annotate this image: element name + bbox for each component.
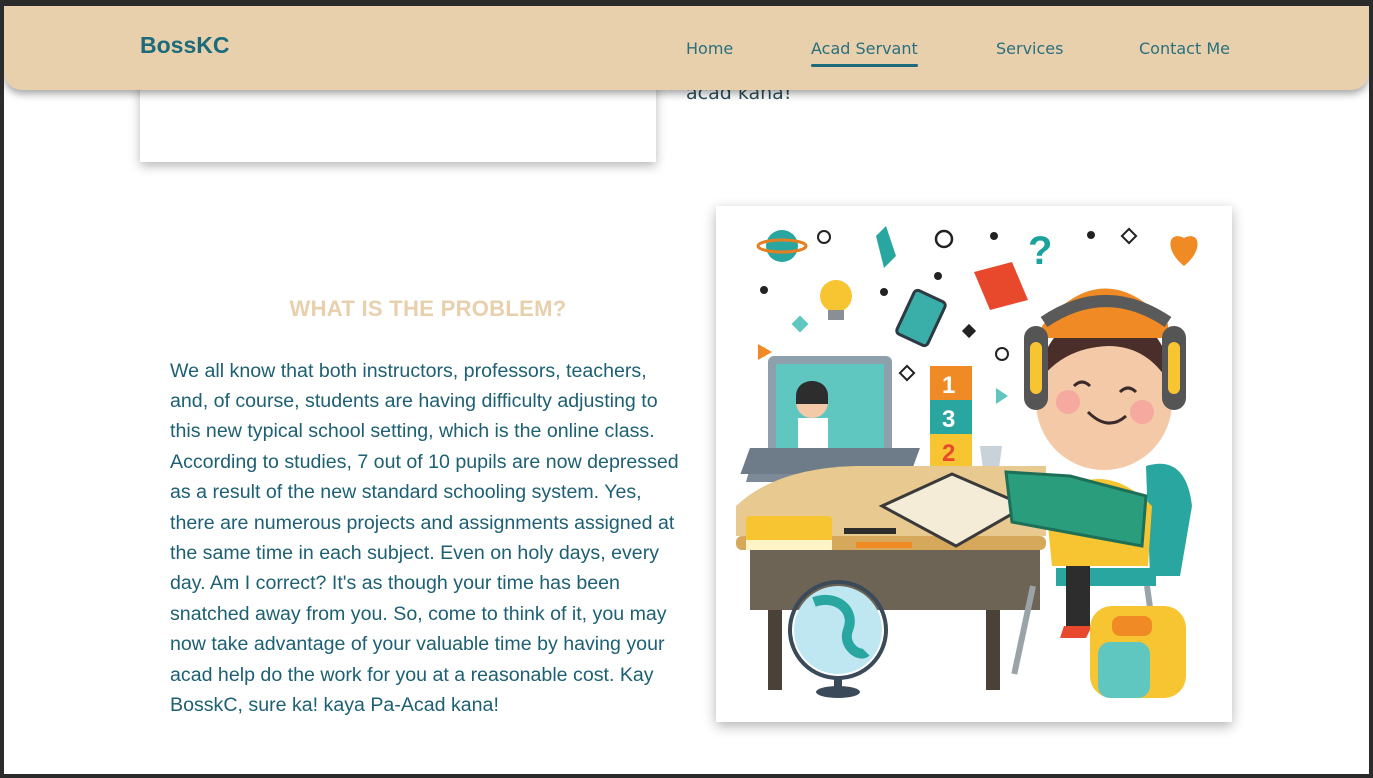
page: acad kana! BossKC Home Acad Servant Serv… — [4, 6, 1369, 774]
svg-text:3: 3 — [942, 406, 955, 433]
nav-services-link[interactable]: Services — [996, 39, 1063, 58]
svg-text:2: 2 — [942, 440, 955, 467]
nav-contact-me-link[interactable]: Contact Me — [1139, 39, 1230, 58]
problem-body-text: We all know that both instructors, profe… — [170, 359, 679, 717]
girl-studying-online-illustration: ? 1 3 2 — [736, 226, 1198, 698]
svg-text:?: ? — [1028, 229, 1052, 273]
illustration-card: ? 1 3 2 — [716, 206, 1232, 722]
brand-logo[interactable]: BossKC — [140, 32, 229, 59]
problem-heading: WHAT IS THE PROBLEM? — [289, 296, 567, 322]
navbar: BossKC Home Acad Servant Services Contac… — [4, 6, 1369, 90]
nav-home-link[interactable]: Home — [686, 39, 733, 58]
nav-acad-servant-link[interactable]: Acad Servant — [811, 39, 918, 67]
svg-text:1: 1 — [942, 372, 955, 399]
